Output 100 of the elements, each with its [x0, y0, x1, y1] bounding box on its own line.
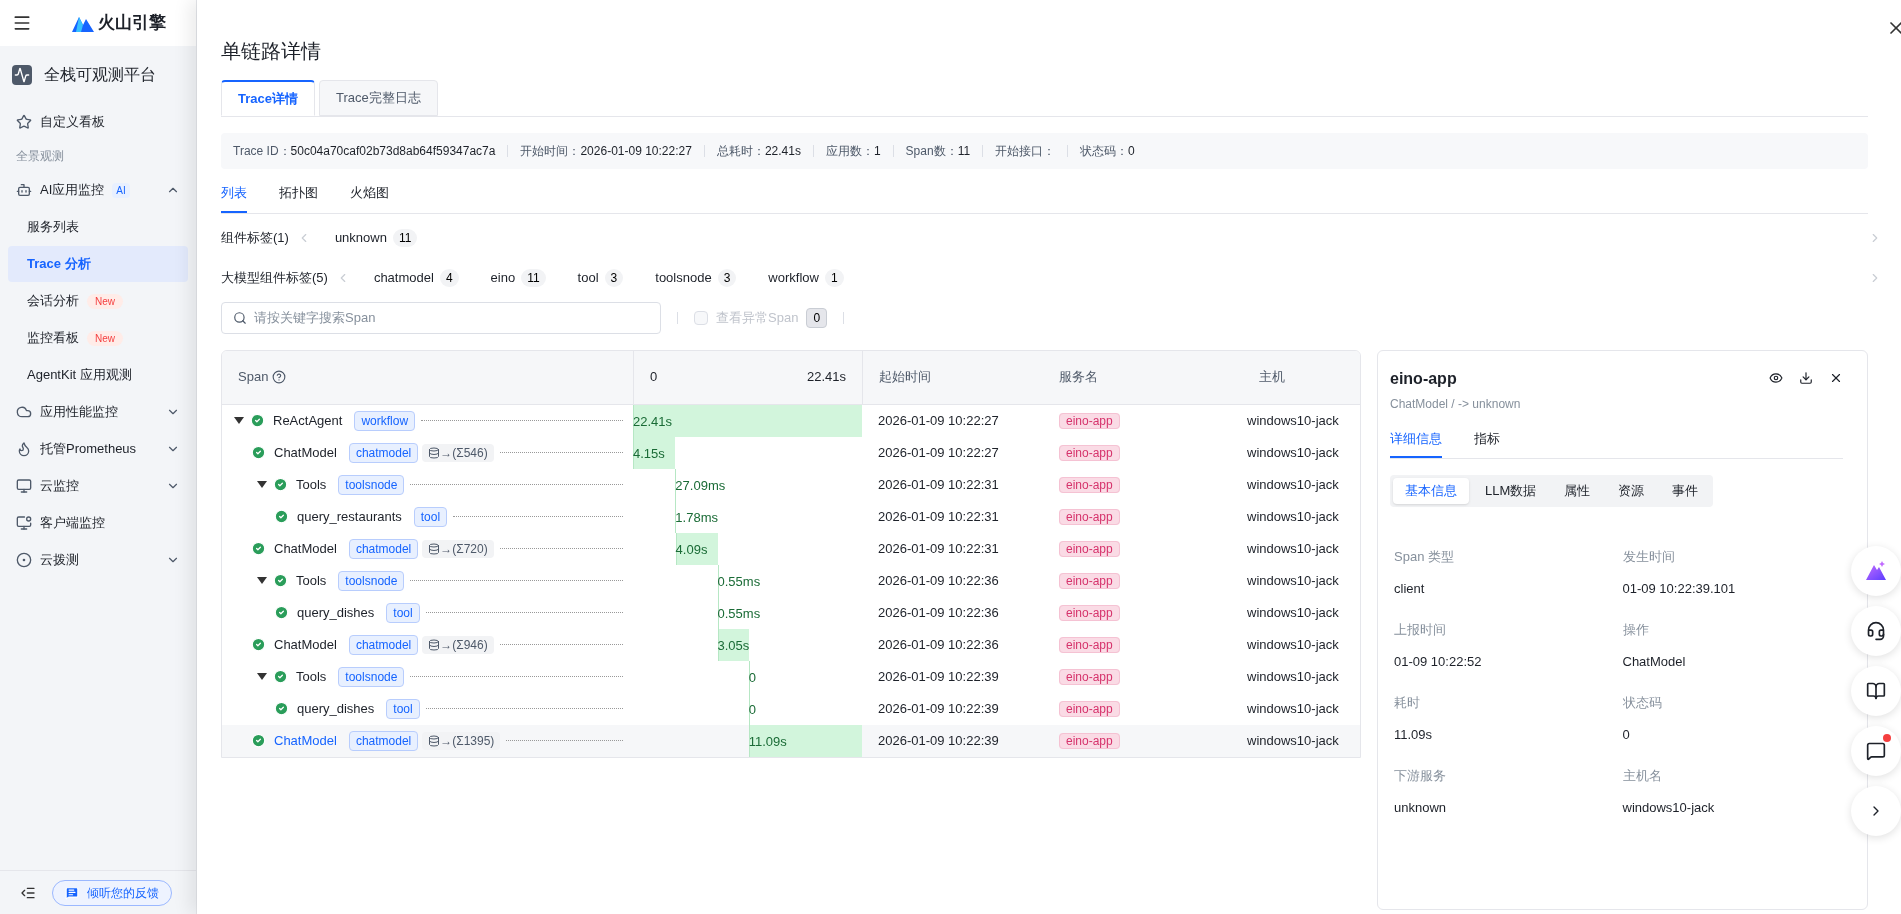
sidebar-subitem[interactable]: 监控看板 New: [8, 320, 188, 356]
duration-label: 0: [748, 668, 756, 687]
span-name[interactable]: query_dishes: [297, 602, 375, 623]
field-label: 主机名: [1622, 767, 1663, 785]
sidebar-subitem[interactable]: 服务列表: [8, 209, 188, 245]
tag-group-label: 组件标签(1): [221, 228, 289, 247]
sidebar-item[interactable]: 云拨测: [8, 542, 188, 578]
sidebar-subitem[interactable]: 会话分析 New: [8, 283, 188, 319]
table-cell: windows10-jack: [1247, 540, 1339, 556]
checkbox-label: 查看异常Span: [716, 308, 799, 327]
view-tab[interactable]: 列表: [221, 183, 247, 213]
field-value: ChatModel: [1622, 652, 1687, 671]
duration-label: 4.09s: [675, 540, 708, 559]
floating-button[interactable]: [1851, 666, 1901, 716]
field-value: unknown: [1394, 798, 1448, 817]
sidebar-item-icon: [16, 114, 32, 130]
segment-tab[interactable]: 属性: [1552, 478, 1603, 504]
detail-tab[interactable]: 详细信息: [1390, 428, 1442, 458]
table-cell: windows10-jack: [1247, 412, 1339, 428]
sidebar-item[interactable]: AI应用监控 AI: [8, 172, 188, 208]
tag-name[interactable]: toolsnode: [655, 267, 712, 288]
table-cell: 2026-01-09 10:22:27: [878, 412, 999, 428]
segment-tab[interactable]: 事件: [1660, 478, 1711, 504]
database-icon: [428, 734, 441, 747]
duration-label: 1.78ms: [675, 508, 718, 527]
success-icon: [273, 669, 288, 684]
field-label: 耗时: [1394, 694, 1421, 712]
span-name[interactable]: ChatModel: [274, 730, 337, 751]
caret-icon[interactable]: [257, 480, 267, 489]
message-icon: [1866, 741, 1886, 761]
sidebar-subitem[interactable]: AgentKit 应用观测: [8, 357, 188, 393]
caret-icon[interactable]: [234, 416, 244, 425]
table-cell: 2026-01-09 10:22:31: [878, 476, 999, 492]
tag-name[interactable]: workflow: [768, 267, 819, 288]
sidebar-item-icon: [16, 478, 32, 494]
tag-name[interactable]: eino: [490, 267, 516, 288]
tag-name[interactable]: chatmodel: [373, 267, 434, 288]
menu-icon[interactable]: [12, 13, 32, 33]
floating-button[interactable]: [1851, 606, 1901, 656]
checkbox[interactable]: [694, 310, 708, 325]
segment-tab[interactable]: 基本信息: [1393, 478, 1469, 504]
span-name[interactable]: ChatModel: [274, 538, 337, 559]
caret-icon[interactable]: [257, 672, 267, 681]
span-type-tag: tool: [413, 506, 448, 527]
span-name[interactable]: query_restaurants: [297, 506, 402, 527]
success-icon: [251, 733, 266, 748]
table-cell: 2026-01-09 10:22:27: [878, 444, 999, 460]
sidebar-item[interactable]: 自定义看板: [8, 104, 188, 140]
span-name[interactable]: Tools: [296, 474, 327, 495]
download-icon[interactable]: [1799, 370, 1813, 385]
span-name[interactable]: ReActAgent: [273, 410, 343, 431]
new-badge: New: [87, 293, 123, 309]
segment-tab[interactable]: 资源: [1606, 478, 1657, 504]
view-tab[interactable]: 拓扑图: [279, 183, 318, 213]
tag-name[interactable]: unknown: [334, 227, 387, 248]
sidebar-item[interactable]: 应用性能监控: [8, 394, 188, 430]
tag-count: 1: [824, 268, 844, 287]
tab[interactable]: Trace详情: [221, 80, 315, 116]
sidebar-item[interactable]: 云监控: [8, 468, 188, 504]
table-cell: windows10-jack: [1247, 668, 1339, 684]
caret-icon[interactable]: [257, 576, 267, 585]
timeline-end-label: 22.41s: [806, 368, 846, 387]
span-name[interactable]: ChatModel: [274, 634, 337, 655]
eye-icon[interactable]: [1769, 370, 1783, 385]
table-cell: 2026-01-09 10:22:39: [878, 700, 999, 716]
success-icon: [274, 509, 289, 524]
token-chip: →(Σ546): [422, 443, 494, 462]
segment-tab[interactable]: LLM数据: [1473, 478, 1549, 504]
view-tab[interactable]: 火焰图: [350, 183, 389, 213]
span-name[interactable]: Tools: [296, 666, 327, 687]
search-field[interactable]: 请按关键字搜索Span: [221, 301, 661, 334]
service-tag: eino-app: [1059, 668, 1120, 685]
tag-name[interactable]: tool: [577, 267, 599, 288]
table-cell: windows10-jack: [1247, 476, 1339, 492]
span-name[interactable]: query_dishes: [297, 698, 375, 719]
sidebar-item-icon: [16, 515, 32, 531]
detail-tab[interactable]: 指标: [1474, 428, 1500, 458]
info-value: 1: [873, 143, 881, 160]
floating-button[interactable]: [1851, 726, 1901, 776]
duration-label: 3.05s: [717, 636, 750, 655]
help-icon[interactable]: [272, 370, 287, 384]
info-value: 50c04a70caf02b73d8ab64f59347ac7a: [290, 143, 496, 160]
headset-icon: [1866, 621, 1886, 641]
span-row[interactable]: ChatModel chatmodel →(Σ1395) 11.09s 2026-01-09 10:22:39 eino-app windows10-jack: [222, 724, 1360, 757]
token-chip: →(Σ946): [422, 635, 494, 654]
span-name[interactable]: ChatModel: [274, 442, 337, 463]
info-label: Span数：: [905, 143, 958, 160]
span-name[interactable]: Tools: [296, 570, 327, 591]
tab[interactable]: Trace完整日志: [319, 80, 438, 116]
sidebar-item[interactable]: 客户端监控: [8, 505, 188, 541]
message-icon: [65, 885, 79, 900]
table-cell: windows10-jack: [1247, 444, 1339, 460]
sidebar-item-icon: [16, 441, 32, 457]
token-chip: →(Σ1395): [422, 731, 501, 750]
sidebar-subitem[interactable]: Trace 分析: [8, 246, 188, 282]
duration-label: 4.15s: [633, 444, 665, 463]
feedback-button[interactable]: 倾听您的反馈: [52, 879, 172, 906]
sidebar-item[interactable]: 托管Prometheus: [8, 431, 188, 467]
column-header: 起始时间: [879, 368, 931, 387]
info-value: 11: [957, 143, 971, 160]
